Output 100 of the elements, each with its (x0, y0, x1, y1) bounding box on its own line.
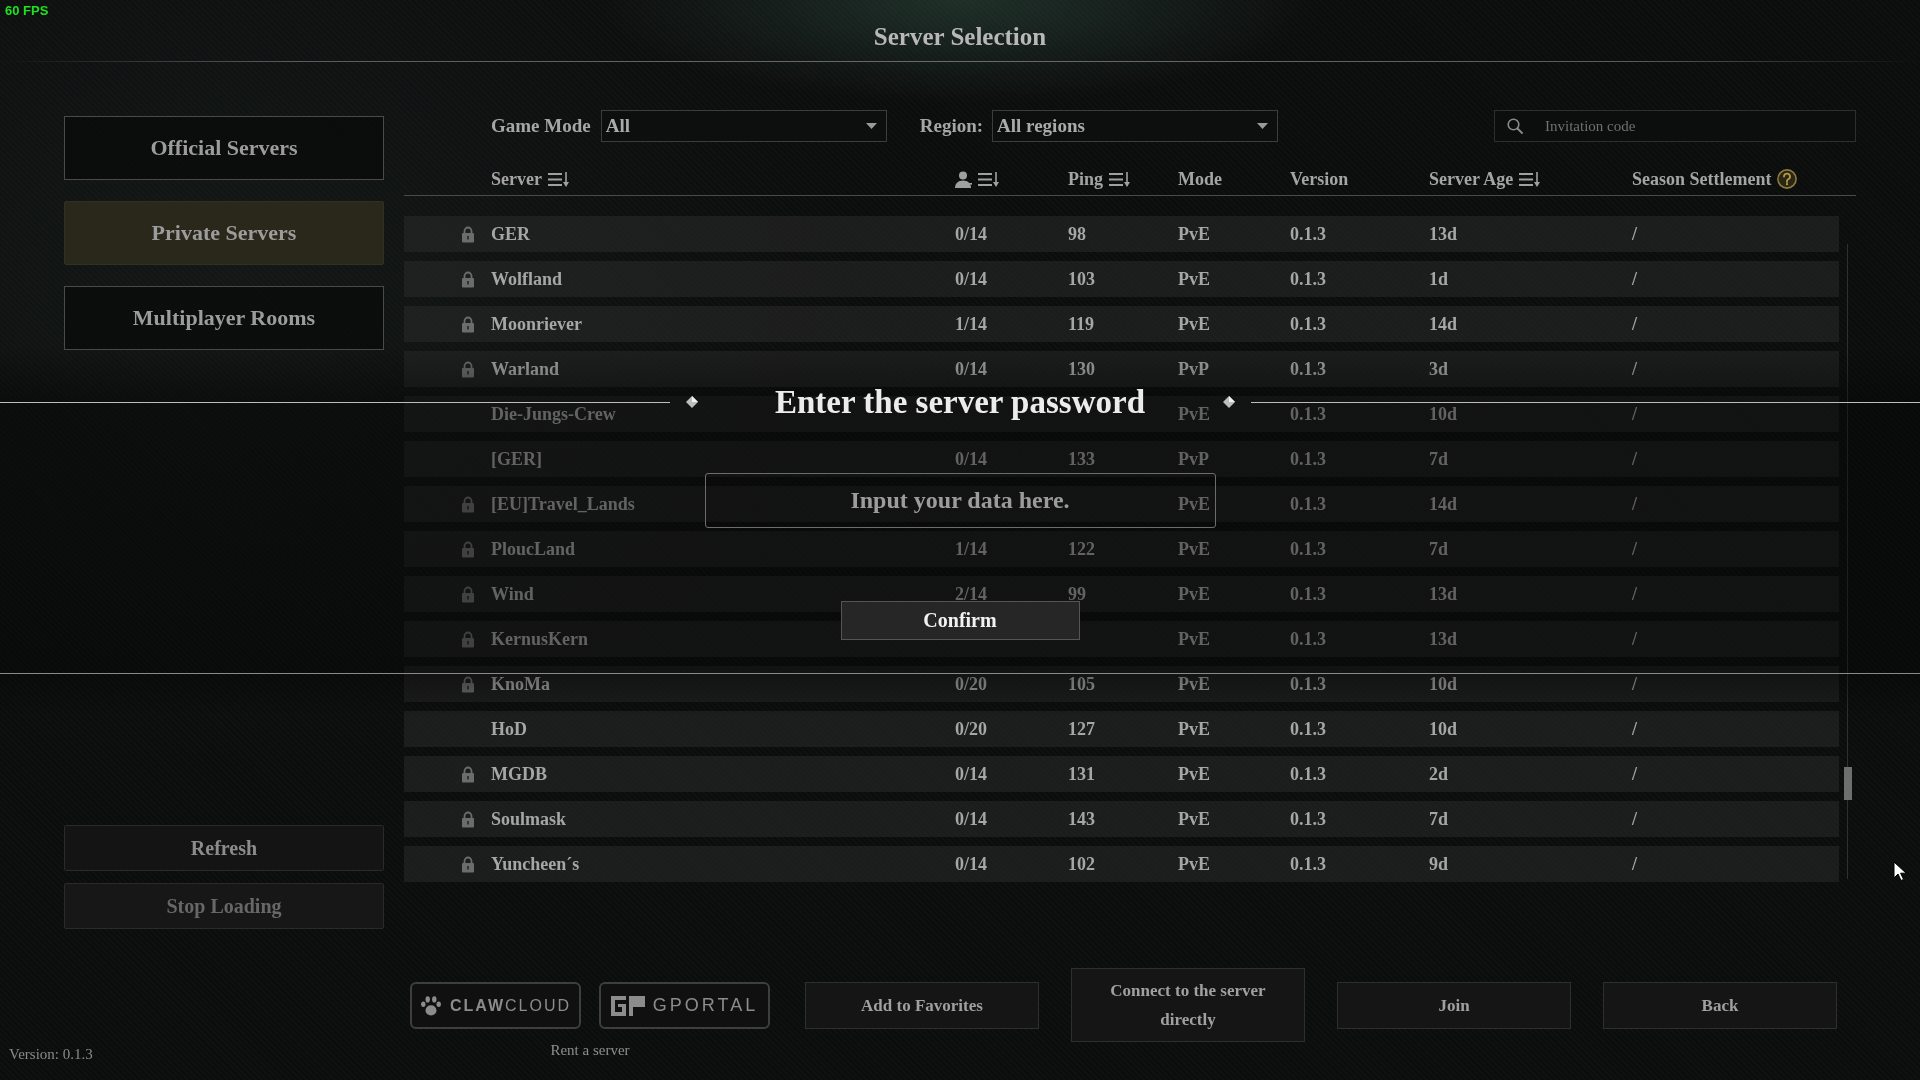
version-number: 0.1.3 (1290, 808, 1326, 830)
ping-value: 103 (1068, 268, 1095, 290)
player-count: 0/20 (955, 673, 987, 695)
version-number: 0.1.3 (1290, 313, 1326, 335)
server-name: Yuncheen´s (491, 853, 580, 875)
rent-server-caption: Rent a server (550, 1041, 630, 1059)
ping-value: 127 (1068, 718, 1095, 740)
game-mode-value: PvP (1178, 358, 1209, 380)
server-name: Warland (491, 358, 560, 380)
server-name: Wolfland (491, 268, 563, 290)
sort-icon[interactable] (1109, 171, 1131, 187)
season-value: / (1632, 628, 1637, 650)
version-number: 0.1.3 (1290, 763, 1326, 785)
scrollbar-thumb[interactable] (1844, 767, 1852, 800)
season-value: / (1632, 583, 1637, 605)
server-name: Wind (491, 583, 534, 605)
ping-value: 98 (1068, 223, 1086, 245)
game-mode-value: PvE (1178, 313, 1210, 335)
game-mode-dropdown[interactable]: All (600, 110, 887, 142)
game-mode-value: PvE (1178, 268, 1210, 290)
version-number: 0.1.3 (1290, 268, 1326, 290)
server-age: 7d (1429, 448, 1448, 470)
footer-button[interactable]: Join (1337, 981, 1571, 1029)
column-header[interactable]: Ping (1068, 168, 1103, 190)
partner-logo-button[interactable]: CLAWCLOUD (410, 982, 581, 1029)
server-row[interactable]: MGDB 0/14 131 PvE 0.1.3 2d / (404, 756, 1839, 792)
server-name: [GER] (491, 448, 542, 470)
game-mode-value: PvE (1178, 403, 1210, 425)
game-mode-value: PvE (1178, 628, 1210, 650)
column-header: Mode (1178, 168, 1222, 190)
version-number: 0.1.3 (1290, 403, 1326, 425)
server-name: Moonriever (491, 313, 582, 335)
sort-icon[interactable] (1519, 171, 1542, 187)
season-value: / (1632, 718, 1637, 740)
server-name: HoD (491, 718, 527, 740)
player-count: 1/14 (955, 538, 987, 560)
game-mode-value: PvE (1178, 538, 1210, 560)
mouse-pointer-icon (1893, 861, 1907, 882)
server-age: 10d (1429, 673, 1457, 695)
server-name: Die-Jungs-Crew (491, 403, 616, 425)
server-age: 7d (1429, 808, 1448, 830)
server-category-tab[interactable]: Multiplayer Rooms (64, 286, 384, 350)
ping-value: 105 (1068, 673, 1095, 695)
season-value: / (1632, 493, 1637, 515)
footer-button[interactable]: Connect to the server directly (1071, 968, 1305, 1042)
server-name: PloucLand (491, 538, 576, 560)
server-category-tab[interactable]: Official Servers (64, 116, 384, 180)
server-age: 3d (1429, 358, 1448, 380)
server-name: [EU]Travel_Lands (491, 493, 635, 515)
player-count: 0/14 (955, 763, 987, 785)
server-row[interactable]: GER 0/14 98 PvE 0.1.3 13d / (404, 216, 1839, 252)
invitation-code-field[interactable]: Invitation code (1494, 110, 1856, 142)
region-dropdown[interactable]: All regions (992, 110, 1279, 142)
server-row[interactable]: Soulmask 0/14 143 PvE 0.1.3 7d / (404, 801, 1839, 837)
column-header[interactable]: Server (491, 168, 542, 190)
player-count: 1/14 (955, 313, 987, 335)
server-age: 2d (1429, 763, 1448, 785)
version-number: 0.1.3 (1290, 853, 1326, 875)
game-mode-value: PvE (1178, 493, 1210, 515)
sort-icon[interactable] (978, 171, 1000, 187)
server-category-tab[interactable]: Private Servers (64, 201, 384, 265)
game-mode-value: PvE (1178, 718, 1210, 740)
confirm-button[interactable]: Confirm (840, 601, 1080, 640)
help-icon[interactable] (1777, 169, 1798, 189)
version-number: 0.1.3 (1290, 628, 1326, 650)
server-age: 14d (1429, 493, 1457, 515)
server-age: 9d (1429, 853, 1448, 875)
player-count: 0/14 (955, 223, 987, 245)
server-row[interactable]: Moonriever 1/14 119 PvE 0.1.3 14d / (404, 306, 1839, 342)
player-count: 0/14 (955, 358, 987, 380)
column-header[interactable]: Server Age (1429, 168, 1514, 190)
game-mode-value: PvE (1178, 673, 1210, 695)
player-count: 0/20 (955, 718, 987, 740)
column-header: Version (1290, 168, 1349, 190)
footer-button[interactable]: Back (1603, 981, 1837, 1029)
paw-icon (419, 995, 442, 1016)
diamond-icon (1222, 396, 1235, 408)
server-age: 13d (1429, 628, 1457, 650)
sidebar-action-button[interactable]: Refresh (64, 825, 384, 871)
season-value: / (1632, 403, 1637, 425)
partner-logo-button[interactable]: GPORTAL (599, 982, 770, 1029)
server-row[interactable]: Yuncheen´s 0/14 102 PvE 0.1.3 9d / (404, 846, 1839, 882)
season-value: / (1632, 268, 1637, 290)
footer-button[interactable]: Add to Favorites (805, 981, 1039, 1029)
server-row[interactable]: Wolfland 0/14 103 PvE 0.1.3 1d / (404, 261, 1839, 297)
page-title: Server Selection (873, 22, 1047, 52)
game-mode-value: PvE (1178, 853, 1210, 875)
ping-value: 143 (1068, 808, 1095, 830)
ping-value: 119 (1068, 313, 1094, 335)
ping-value: 102 (1068, 853, 1095, 875)
season-value: / (1632, 853, 1637, 875)
season-value: / (1632, 448, 1637, 470)
server-age: 7d (1429, 538, 1448, 560)
server-age: 13d (1429, 223, 1457, 245)
ping-value: 131 (1068, 763, 1095, 785)
player-count: 0/14 (955, 268, 987, 290)
sort-icon[interactable] (547, 171, 570, 187)
ping-value: 130 (1068, 358, 1095, 380)
server-age: 14d (1429, 313, 1457, 335)
season-value: / (1632, 358, 1637, 380)
